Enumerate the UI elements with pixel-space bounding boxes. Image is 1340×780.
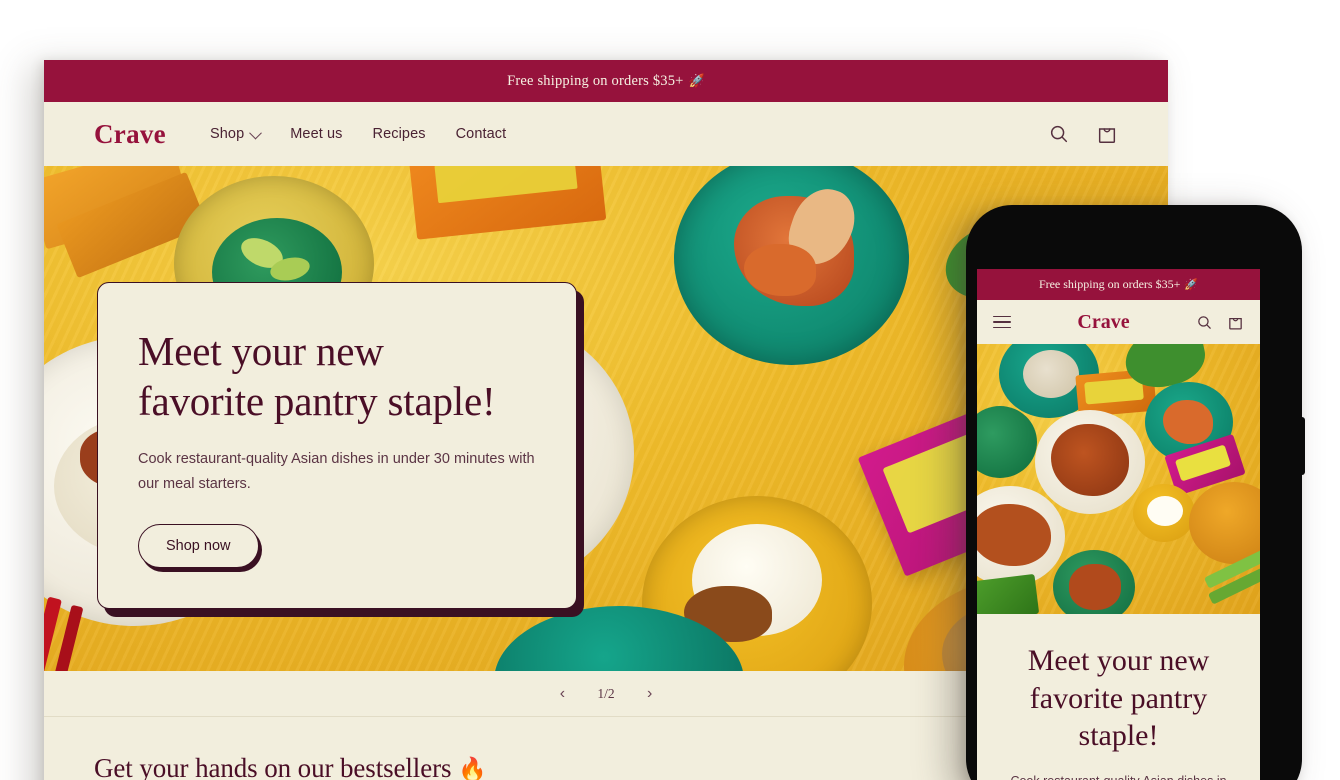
hero-title-line-1: Meet your new [138,328,384,374]
cart-icon[interactable] [1096,123,1118,145]
bestsellers-heading-text: Get your hands on our bestsellers [94,753,452,780]
mobile-hero-subtitle: Cook restaurant-quality Asian dishes in [997,771,1240,780]
nav-item-shop[interactable]: Shop [209,126,263,142]
announcement-bar: Free shipping on orders $35+ 🚀 [44,60,1168,102]
primary-nav: Shop Meet us Recipes Contact [210,126,506,142]
bestsellers-heading: Get your hands on our bestsellers 🔥 [94,753,1118,780]
mobile-header: Crave [977,300,1260,344]
mobile-announcement-bar: Free shipping on orders $35+ 🚀 [977,269,1260,300]
cart-icon[interactable] [1227,314,1244,331]
mobile-header-icons [1196,314,1244,331]
carousel-counter: 1/2 [597,685,615,701]
mobile-hero-title-line-2: favorite pantry [1029,681,1208,715]
search-icon[interactable] [1196,314,1213,331]
nav-label-shop: Shop [209,126,245,142]
search-icon[interactable] [1048,123,1070,145]
chevron-down-icon [249,126,263,139]
carousel-prev-button[interactable]: ‹ [555,685,569,703]
hero-title-line-2: favorite pantry staple! [138,377,496,424]
mobile-hero-title-line-3: staple! [1078,719,1159,752]
mobile-announcement-text: Free shipping on orders $35+ [1038,277,1181,291]
mobile-hero-food-photo [977,344,1260,614]
nav-label-meet-us: Meet us [290,126,343,142]
hero-title: Meet your new favorite pantry staple! [138,327,536,426]
rocket-icon: 🚀 [1184,278,1199,291]
mobile-brand-logo[interactable]: Crave [1011,311,1196,334]
nav-label-contact: Contact [455,126,507,142]
nav-item-recipes[interactable]: Recipes [373,126,426,142]
announcement-text: Free shipping on orders $35+ [507,72,684,89]
hamburger-icon[interactable] [993,312,1011,333]
mobile-device-mockup: Free shipping on orders $35+ 🚀 Crave Mee… [966,205,1305,780]
screenshot-stage: Free shipping on orders $35+ 🚀 Crave Sho… [0,0,1340,780]
brand-logo[interactable]: Crave [94,119,166,150]
mobile-screen: Free shipping on orders $35+ 🚀 Crave Mee… [977,269,1260,780]
rocket-icon: 🚀 [688,73,705,89]
fire-icon: 🔥 [458,757,487,780]
header-icons [1048,123,1118,145]
site-header: Crave Shop Meet us Recipes Contact [44,102,1168,166]
shop-now-button[interactable]: Shop now [138,524,259,569]
hero-subtitle: Cook restaurant-quality Asian dishes in … [138,451,535,493]
mobile-hero-title-line-1: Meet your new [1027,644,1210,677]
hero-card: Meet your new favorite pantry staple! Co… [97,282,577,610]
nav-item-contact[interactable]: Contact [456,126,507,142]
nav-label-recipes: Recipes [372,126,426,142]
carousel-next-button[interactable]: › [643,685,657,703]
phone-power-button[interactable] [1302,417,1305,475]
nav-item-meet-us[interactable]: Meet us [290,126,342,142]
mobile-hero-title: Meet your new favorite pantry staple! [997,642,1240,755]
mobile-hero-text: Meet your new favorite pantry staple! Co… [977,614,1260,780]
